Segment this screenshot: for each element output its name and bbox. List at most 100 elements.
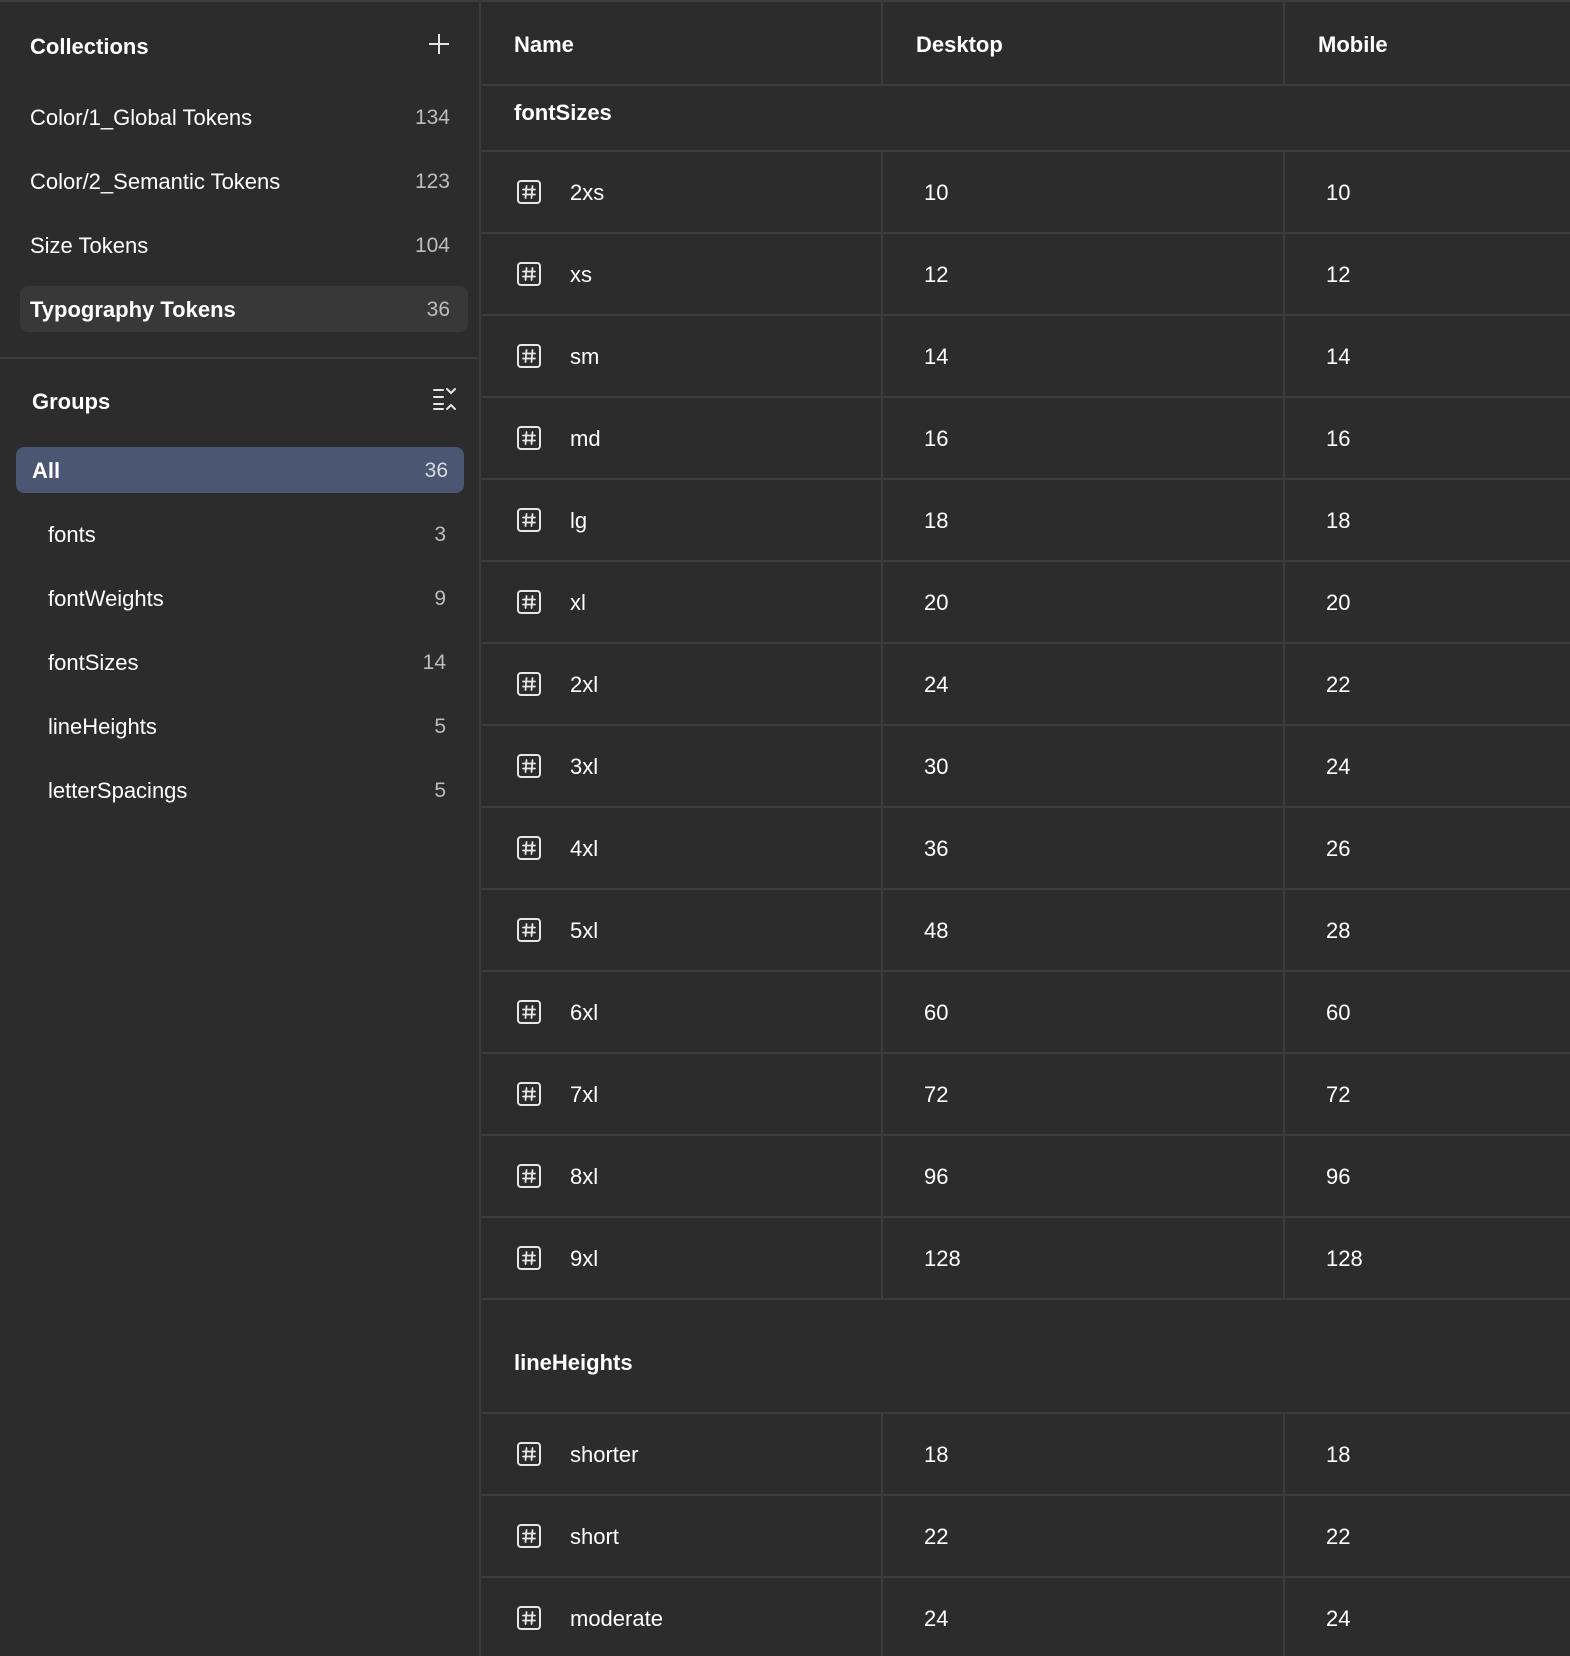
group-heading: lineHeights	[514, 1350, 633, 1375]
cell-name: 6xl	[570, 1000, 599, 1025]
number-variable-icon	[516, 753, 542, 779]
cell-mobile[interactable]: 24	[1326, 1606, 1350, 1632]
table-row[interactable]: shorter 18 18	[481, 1414, 1570, 1496]
cell-desktop[interactable]: 24	[924, 672, 948, 698]
plus-icon[interactable]	[427, 32, 451, 56]
cell-desktop[interactable]: 96	[924, 1164, 948, 1190]
table-row[interactable]: 8xl 96 96	[481, 1136, 1570, 1218]
cell-desktop[interactable]: 18	[924, 508, 948, 534]
table-row[interactable]: 3xl 30 24	[481, 726, 1570, 808]
table-row[interactable]: sm 14 14	[481, 316, 1570, 398]
cell-mobile[interactable]: 14	[1326, 344, 1350, 370]
cell-desktop[interactable]: 22	[924, 1524, 948, 1550]
group-heading: fontSizes	[514, 100, 612, 125]
collection-count: 104	[414, 234, 450, 257]
cell-desktop[interactable]: 10	[924, 180, 948, 206]
table-row[interactable]: moderate 24 24	[481, 1578, 1570, 1656]
cell-mobile[interactable]: 28	[1326, 918, 1350, 944]
collection-item[interactable]: Size Tokens 104	[20, 222, 468, 268]
cell-mobile[interactable]: 22	[1326, 1524, 1350, 1550]
table-row[interactable]: lg 18 18	[481, 480, 1570, 562]
cell-name: moderate	[570, 1606, 663, 1631]
cell-desktop[interactable]: 14	[924, 344, 948, 370]
cell-mobile[interactable]: 24	[1326, 754, 1350, 780]
cell-name: lg	[570, 508, 588, 533]
cell-mobile[interactable]: 128	[1326, 1246, 1363, 1272]
cell-desktop[interactable]: 24	[924, 1606, 948, 1632]
cell-name: short	[570, 1524, 619, 1549]
column-header-desktop[interactable]: Desktop	[916, 32, 1003, 58]
table-row[interactable]: xl 20 20	[481, 562, 1570, 644]
cell-desktop[interactable]: 48	[924, 918, 948, 944]
group-count: 9	[434, 587, 446, 610]
cell-mobile[interactable]: 18	[1326, 508, 1350, 534]
cell-desktop[interactable]: 128	[924, 1246, 961, 1272]
group-label: lineHeights	[48, 714, 157, 739]
cell-desktop[interactable]: 30	[924, 754, 948, 780]
cell-name: sm	[570, 344, 600, 369]
column-divider	[1283, 2, 1285, 86]
number-variable-icon	[516, 1605, 542, 1631]
number-variable-icon	[516, 1245, 542, 1271]
collection-count: 36	[426, 298, 450, 321]
table-row[interactable]: 9xl 128 128	[481, 1218, 1570, 1300]
cell-desktop[interactable]: 12	[924, 262, 948, 288]
cell-mobile[interactable]: 20	[1326, 590, 1350, 616]
cell-desktop[interactable]: 60	[924, 1000, 948, 1026]
column-header-mobile[interactable]: Mobile	[1318, 32, 1388, 58]
cell-name: md	[570, 426, 601, 451]
cell-mobile[interactable]: 72	[1326, 1082, 1350, 1108]
column-divider	[881, 2, 883, 86]
cell-name: xs	[570, 262, 592, 287]
groups-title: Groups	[32, 389, 111, 414]
group-item-all[interactable]: All 36	[16, 447, 464, 493]
cell-mobile[interactable]: 16	[1326, 426, 1350, 452]
cell-name: 2xl	[570, 672, 599, 697]
collections-header: Collections	[0, 26, 481, 66]
column-header-name[interactable]: Name	[514, 32, 574, 58]
table-row[interactable]: md 16 16	[481, 398, 1570, 480]
group-item[interactable]: fontWeights 9	[16, 575, 464, 621]
table-row[interactable]: 2xl 24 22	[481, 644, 1570, 726]
cell-desktop[interactable]: 18	[924, 1442, 948, 1468]
cell-mobile[interactable]: 60	[1326, 1000, 1350, 1026]
sidebar-divider	[0, 357, 481, 359]
table-row[interactable]: short 22 22	[481, 1496, 1570, 1578]
cell-desktop[interactable]: 16	[924, 426, 948, 452]
sidebar: Collections Color/1_Global Tokens 134 Co…	[0, 0, 481, 1656]
cell-desktop[interactable]: 72	[924, 1082, 948, 1108]
collection-label: Color/2_Semantic Tokens	[30, 169, 281, 194]
collection-item[interactable]: Color/2_Semantic Tokens 123	[20, 158, 468, 204]
cell-mobile[interactable]: 10	[1326, 180, 1350, 206]
group-item[interactable]: lineHeights 5	[16, 703, 464, 749]
table-header: Name Desktop Mobile	[481, 2, 1570, 86]
cell-mobile[interactable]: 12	[1326, 262, 1350, 288]
table-row[interactable]: 7xl 72 72	[481, 1054, 1570, 1136]
group-count: 14	[422, 651, 446, 674]
table-row[interactable]: 4xl 36 26	[481, 808, 1570, 890]
group-item[interactable]: fontSizes 14	[16, 639, 464, 685]
group-item[interactable]: letterSpacings 5	[16, 767, 464, 813]
cell-mobile[interactable]: 22	[1326, 672, 1350, 698]
cell-mobile[interactable]: 26	[1326, 836, 1350, 862]
group-label: fontWeights	[48, 586, 164, 611]
list-collapse-icon[interactable]	[431, 385, 459, 413]
column-divider	[881, 152, 883, 1300]
table-row[interactable]: 6xl 60 60	[481, 972, 1570, 1054]
cell-desktop[interactable]: 36	[924, 836, 948, 862]
cell-mobile[interactable]: 18	[1326, 1442, 1350, 1468]
cell-name: 7xl	[570, 1082, 599, 1107]
number-variable-icon	[516, 671, 542, 697]
column-divider	[1283, 1414, 1285, 1656]
table-row[interactable]: xs 12 12	[481, 234, 1570, 316]
table-row[interactable]: 5xl 48 28	[481, 890, 1570, 972]
table-row[interactable]: 2xs 10 10	[481, 152, 1570, 234]
cell-name: xl	[570, 590, 586, 615]
cell-mobile[interactable]: 96	[1326, 1164, 1350, 1190]
collection-item-selected[interactable]: Typography Tokens 36	[20, 286, 468, 332]
group-item[interactable]: fonts 3	[16, 511, 464, 557]
cell-desktop[interactable]: 20	[924, 590, 948, 616]
number-variable-icon	[516, 999, 542, 1025]
collection-count: 123	[414, 170, 450, 193]
collection-item[interactable]: Color/1_Global Tokens 134	[20, 94, 468, 140]
